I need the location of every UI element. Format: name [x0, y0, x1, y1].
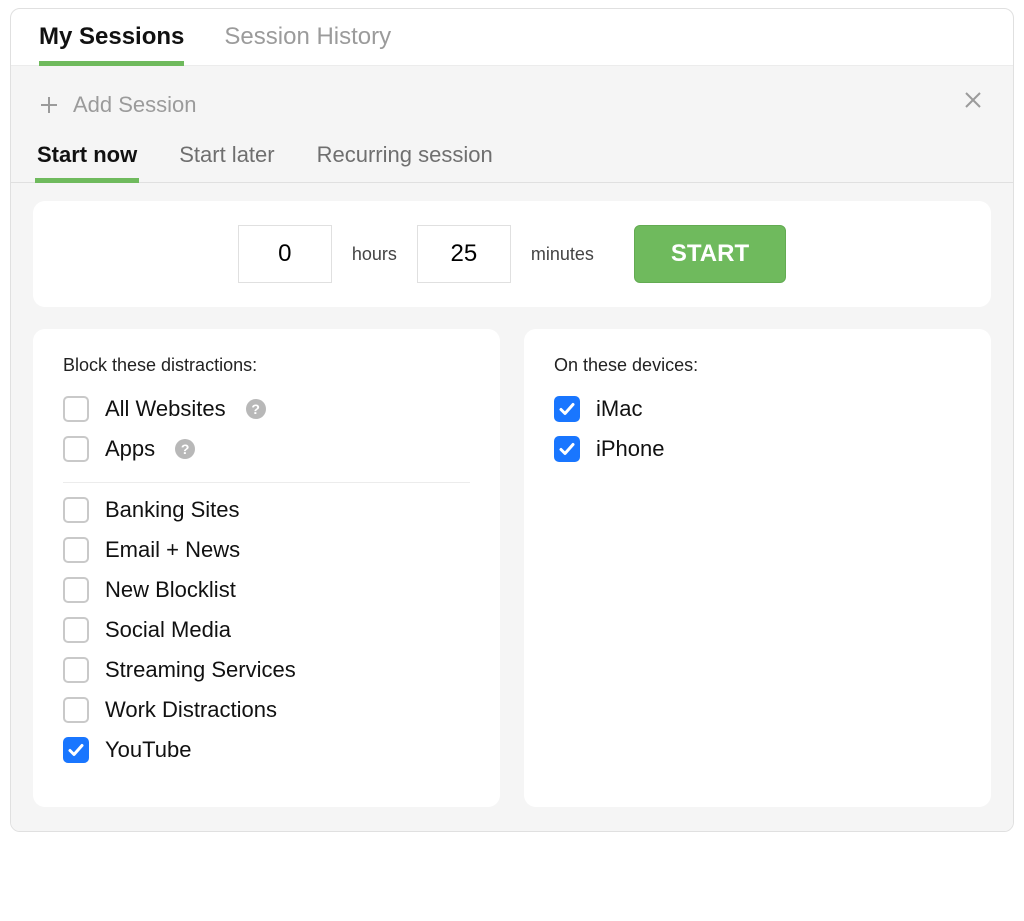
devices-0-row: iMac — [554, 396, 961, 422]
add-session-row: Add Session — [33, 84, 991, 132]
minutes-input[interactable] — [417, 225, 511, 283]
help-icon[interactable]: ? — [175, 439, 195, 459]
devices-1-label: iPhone — [596, 436, 665, 462]
block-items-top: All Websites?Apps? — [63, 396, 470, 462]
block_items-3-label: Social Media — [105, 617, 231, 643]
block_items_top-1-checkbox[interactable] — [63, 436, 89, 462]
sub-tab-bar: Start now Start later Recurring session — [11, 132, 1013, 183]
time-card: hours minutes START — [33, 201, 991, 307]
block-divider — [63, 482, 470, 483]
tab-my-sessions[interactable]: My Sessions — [39, 23, 184, 65]
block_items_top-0-label: All Websites — [105, 396, 226, 422]
top-tab-bar: My Sessions Session History — [11, 9, 1013, 66]
devices-0-label: iMac — [596, 396, 642, 422]
block_items-5-row: Work Distractions — [63, 697, 470, 723]
block_items-3-checkbox[interactable] — [63, 617, 89, 643]
block_items-1-row: Email + News — [63, 537, 470, 563]
hours-input[interactable] — [238, 225, 332, 283]
block_items_top-1-row: Apps? — [63, 436, 470, 462]
block-items: Banking Sites Email + News New Blocklist So… — [63, 497, 470, 763]
block-card-title: Block these distractions: — [63, 355, 470, 376]
block_items-4-label: Streaming Services — [105, 657, 296, 683]
start-button[interactable]: START — [634, 225, 786, 283]
hours-label: hours — [352, 244, 397, 265]
block_items-5-checkbox[interactable] — [63, 697, 89, 723]
block_items_top-1-label: Apps — [105, 436, 155, 462]
block_items-5-label: Work Distractions — [105, 697, 277, 723]
devices-card-title: On these devices: — [554, 355, 961, 376]
block_items-4-row: Streaming Services — [63, 657, 470, 683]
block_items-6-row: YouTube — [63, 737, 470, 763]
block_items-3-row: Social Media — [63, 617, 470, 643]
block_items_top-0-checkbox[interactable] — [63, 396, 89, 422]
block_items-1-checkbox[interactable] — [63, 537, 89, 563]
block_items-4-checkbox[interactable] — [63, 657, 89, 683]
tab-start-later[interactable]: Start later — [179, 132, 274, 182]
block-card: Block these distractions: All Websites?A… — [33, 329, 500, 807]
block_items-2-row: New Blocklist — [63, 577, 470, 603]
add-session-label: Add Session — [73, 92, 197, 118]
tab-session-history[interactable]: Session History — [224, 23, 391, 65]
help-icon[interactable]: ? — [246, 399, 266, 419]
devices-0-checkbox[interactable] — [554, 396, 580, 422]
block_items-2-label: New Blocklist — [105, 577, 236, 603]
block_items-0-row: Banking Sites — [63, 497, 470, 523]
tab-start-now[interactable]: Start now — [37, 132, 137, 182]
block_items-6-checkbox[interactable] — [63, 737, 89, 763]
columns: Block these distractions: All Websites?A… — [33, 329, 991, 807]
block_items-2-checkbox[interactable] — [63, 577, 89, 603]
devices-items: iMac iPhone — [554, 396, 961, 462]
block_items-0-checkbox[interactable] — [63, 497, 89, 523]
block_items-1-label: Email + News — [105, 537, 240, 563]
app-window: My Sessions Session History Add Session … — [10, 8, 1014, 832]
tab-recurring[interactable]: Recurring session — [317, 132, 493, 182]
devices-1-checkbox[interactable] — [554, 436, 580, 462]
block_items_top-0-row: All Websites? — [63, 396, 470, 422]
devices-1-row: iPhone — [554, 436, 961, 462]
block_items-6-label: YouTube — [105, 737, 191, 763]
block_items-0-label: Banking Sites — [105, 497, 240, 523]
plus-icon[interactable] — [37, 93, 61, 117]
close-icon[interactable] — [959, 86, 987, 114]
devices-card: On these devices: iMac iPhone — [524, 329, 991, 807]
minutes-label: minutes — [531, 244, 594, 265]
session-panel: Add Session Start now Start later Recurr… — [11, 66, 1013, 831]
